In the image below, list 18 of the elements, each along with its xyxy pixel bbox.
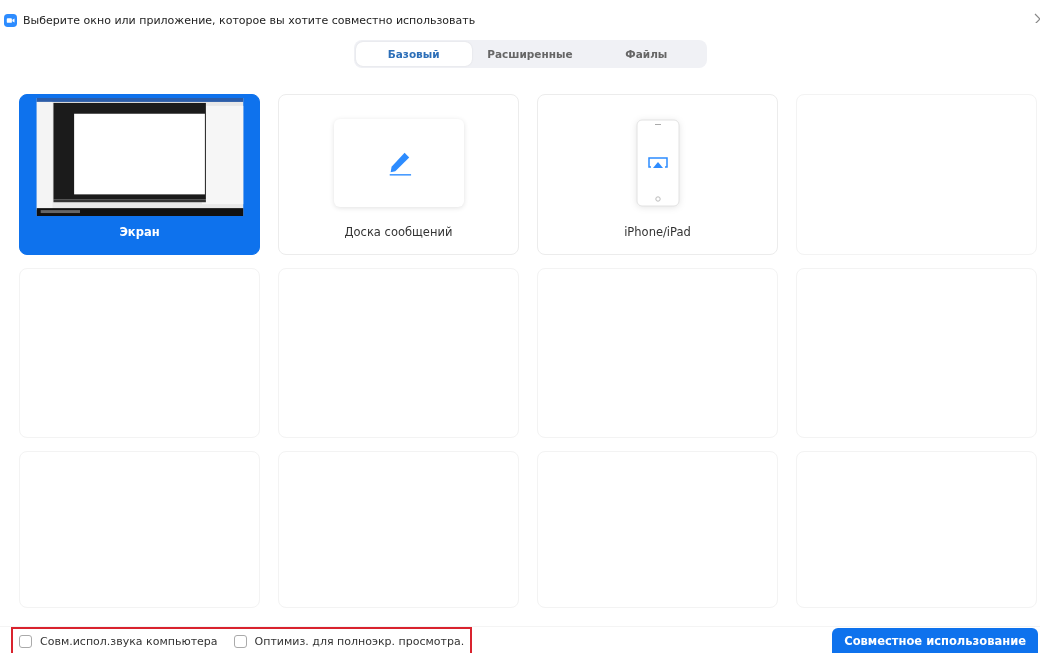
- tab[interactable]: Расширенные: [471, 42, 589, 66]
- option-label: Экран: [119, 225, 160, 239]
- window-title: Выберите окно или приложение, которое вы хотите совместно использовать: [23, 13, 476, 27]
- phone-icon: [635, 119, 680, 207]
- checkbox-label: Совм.испол.звука компьютера: [40, 634, 218, 648]
- tab[interactable]: Файлы: [588, 42, 705, 66]
- checkbox[interactable]: [233, 634, 247, 648]
- share-option-card[interactable]: Экран: [19, 94, 260, 255]
- checkbox[interactable]: [19, 634, 32, 648]
- close-icon[interactable]: [1034, 13, 1040, 23]
- tab[interactable]: Базовый: [355, 42, 472, 66]
- share-button[interactable]: Совместное использование: [832, 628, 1038, 653]
- option-label: iPhone/iPad: [624, 225, 691, 239]
- share-option-card[interactable]: Доска сообщений: [278, 94, 519, 255]
- share-option-card[interactable]: iPhone/iPad: [537, 94, 778, 255]
- option-label: Доска сообщений: [344, 225, 453, 239]
- camera-icon: [4, 13, 17, 27]
- checkbox-label: Оптимиз. для полноэкр. просмотра.: [254, 634, 465, 648]
